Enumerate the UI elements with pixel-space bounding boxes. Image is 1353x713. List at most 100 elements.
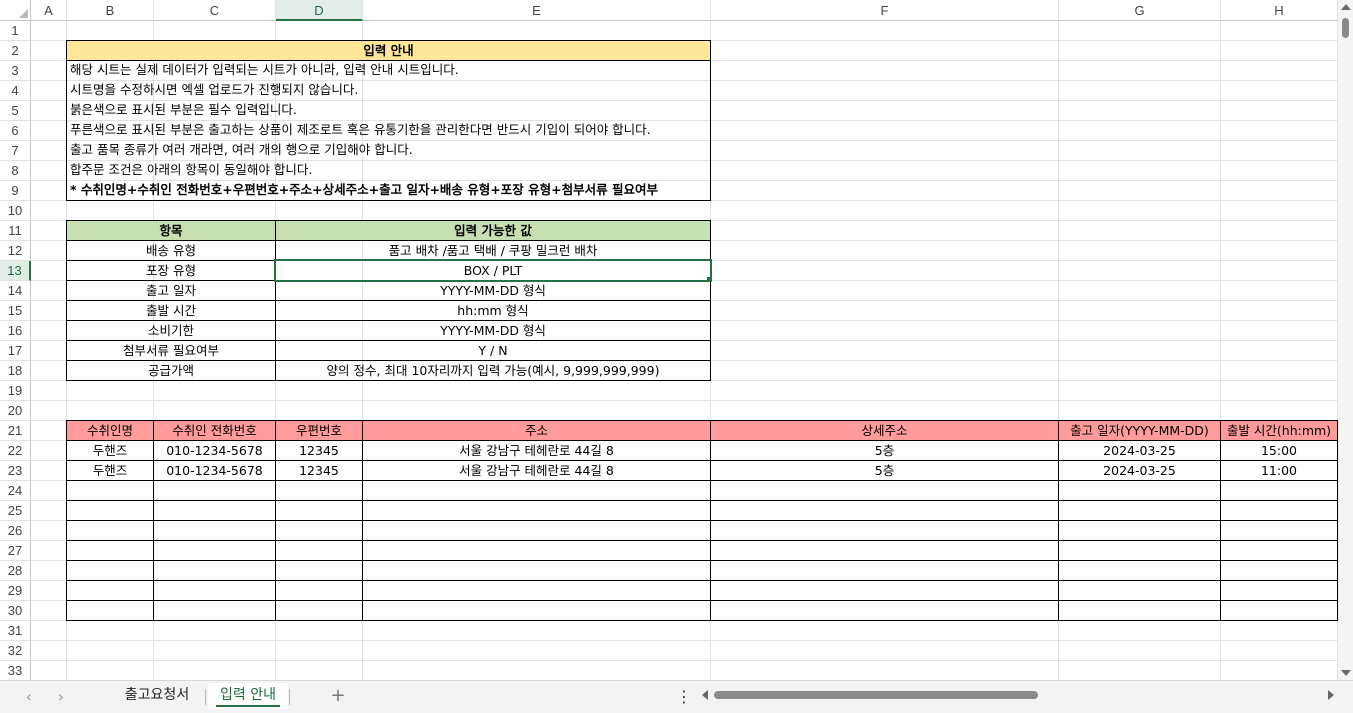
guide-line[interactable]: 시트명을 수정하시면 엑셀 업로드가 진행되지 않습니다.: [66, 80, 711, 101]
sample-data-cell[interactable]: 010-1234-5678: [153, 440, 276, 461]
sample-data-cell[interactable]: [66, 520, 154, 541]
guide-line[interactable]: 출고 품목 종류가 여러 개라면, 여러 개의 행으로 기입해야 합니다.: [66, 140, 711, 161]
sample-data-cell[interactable]: [153, 560, 276, 581]
row-header[interactable]: 16: [0, 321, 31, 341]
scroll-left-icon[interactable]: [702, 690, 708, 700]
vertical-scroll-thumb[interactable]: [1342, 18, 1349, 38]
sample-data-cell[interactable]: [66, 560, 154, 581]
row-header[interactable]: 25: [0, 501, 31, 521]
sample-data-cell[interactable]: [1058, 480, 1221, 501]
guide-line[interactable]: 해당 시트는 실제 데이터가 입력되는 시트가 아니라, 입력 안내 시트입니다…: [66, 60, 711, 81]
sample-data-cell[interactable]: [153, 580, 276, 601]
sample-header-cell[interactable]: 상세주소: [710, 420, 1059, 441]
column-header-f[interactable]: F: [711, 0, 1059, 21]
horizontal-scroll-track[interactable]: [714, 691, 1322, 699]
row-header[interactable]: 18: [0, 361, 31, 381]
horizontal-scrollbar[interactable]: [700, 686, 1336, 704]
row-header[interactable]: 7: [0, 141, 31, 161]
row-header[interactable]: 26: [0, 521, 31, 541]
scroll-down-icon[interactable]: [1341, 670, 1351, 676]
row-header[interactable]: 10: [0, 201, 31, 221]
sample-data-cell[interactable]: [153, 480, 276, 501]
sample-data-cell[interactable]: [1058, 560, 1221, 581]
sample-data-cell[interactable]: [1058, 580, 1221, 601]
sample-data-cell[interactable]: [275, 480, 363, 501]
sample-data-cell[interactable]: 서울 강남구 테헤란로 44길 8: [362, 440, 711, 461]
column-header-d[interactable]: D: [276, 0, 363, 21]
sample-data-cell[interactable]: [362, 560, 711, 581]
sample-data-cell[interactable]: 010-1234-5678: [153, 460, 276, 481]
values-value-cell[interactable]: 양의 정수, 최대 10자리까지 입력 가능(예시, 9,999,999,999…: [275, 360, 711, 381]
sample-header-cell[interactable]: 우편번호: [275, 420, 363, 441]
sample-data-cell[interactable]: 5층: [710, 460, 1059, 481]
sample-data-cell[interactable]: 두핸즈: [66, 440, 154, 461]
values-header-item[interactable]: 항목: [66, 220, 276, 241]
sample-data-cell[interactable]: [66, 480, 154, 501]
scroll-right-icon[interactable]: [1328, 690, 1334, 700]
row-header[interactable]: 32: [0, 641, 31, 661]
sample-data-cell[interactable]: [362, 500, 711, 521]
sample-data-cell[interactable]: [153, 500, 276, 521]
select-all-corner[interactable]: [0, 0, 31, 21]
sample-data-cell[interactable]: [153, 540, 276, 561]
next-sheet-icon[interactable]: ›: [51, 687, 71, 707]
sample-data-cell[interactable]: [1220, 480, 1338, 501]
sample-header-cell[interactable]: 수취인명: [66, 420, 154, 441]
row-header[interactable]: 28: [0, 561, 31, 581]
values-value-cell[interactable]: YYYY-MM-DD 형식: [275, 280, 711, 301]
row-header[interactable]: 8: [0, 161, 31, 181]
row-header[interactable]: 33: [0, 661, 31, 681]
sample-data-cell[interactable]: [275, 560, 363, 581]
sample-data-cell[interactable]: [275, 540, 363, 561]
sample-data-cell[interactable]: [275, 520, 363, 541]
sample-data-cell[interactable]: [710, 580, 1059, 601]
sample-data-cell[interactable]: 두핸즈: [66, 460, 154, 481]
sample-data-cell[interactable]: [1220, 600, 1338, 621]
sample-header-cell[interactable]: 수취인 전화번호: [153, 420, 276, 441]
sample-data-cell[interactable]: [1220, 580, 1338, 601]
column-header-a[interactable]: A: [31, 0, 67, 21]
horizontal-scroll-thumb[interactable]: [714, 691, 1038, 699]
values-value-cell[interactable]: BOX / PLT: [274, 259, 712, 282]
row-header[interactable]: 6: [0, 121, 31, 141]
row-header[interactable]: 24: [0, 481, 31, 501]
row-header[interactable]: 2: [0, 41, 31, 61]
row-header[interactable]: 15: [0, 301, 31, 321]
row-header[interactable]: 22: [0, 441, 31, 461]
sample-header-cell[interactable]: 출발 시간(hh:mm): [1220, 420, 1338, 441]
guide-line[interactable]: * 수취인명+수취인 전화번호+우편번호+주소+상세주소+출고 일자+배송 유형…: [66, 180, 711, 201]
sample-data-cell[interactable]: [153, 520, 276, 541]
row-header[interactable]: 23: [0, 461, 31, 481]
sample-data-cell[interactable]: [153, 600, 276, 621]
sample-data-cell[interactable]: 5층: [710, 440, 1059, 461]
vertical-scrollbar[interactable]: [1338, 0, 1353, 680]
sample-data-cell[interactable]: [275, 580, 363, 601]
sample-data-cell[interactable]: [1220, 500, 1338, 521]
sample-data-cell[interactable]: [362, 480, 711, 501]
sample-data-cell[interactable]: [1058, 600, 1221, 621]
values-item-cell[interactable]: 출고 일자: [66, 280, 276, 301]
sample-data-cell[interactable]: [66, 600, 154, 621]
scroll-up-icon[interactable]: [1341, 4, 1351, 10]
sample-data-cell[interactable]: [1058, 540, 1221, 561]
values-item-cell[interactable]: 출발 시간: [66, 300, 276, 321]
sample-data-cell[interactable]: 15:00: [1220, 440, 1338, 461]
sample-data-cell[interactable]: [362, 520, 711, 541]
values-value-cell[interactable]: hh:mm 형식: [275, 300, 711, 321]
row-header[interactable]: 5: [0, 101, 31, 121]
guide-line[interactable]: 합주문 조건은 아래의 항목이 동일해야 합니다.: [66, 160, 711, 181]
row-header[interactable]: 21: [0, 421, 31, 441]
sample-data-cell[interactable]: [710, 480, 1059, 501]
values-item-cell[interactable]: 첨부서류 필요여부: [66, 340, 276, 361]
sample-data-cell[interactable]: 2024-03-25: [1058, 440, 1221, 461]
sample-data-cell[interactable]: [66, 500, 154, 521]
sample-data-cell[interactable]: [710, 540, 1059, 561]
row-header[interactable]: 14: [0, 281, 31, 301]
row-header[interactable]: 1: [0, 21, 31, 41]
row-header[interactable]: 27: [0, 541, 31, 561]
row-header[interactable]: 9: [0, 181, 31, 201]
column-header-e[interactable]: E: [363, 0, 711, 21]
sample-data-cell[interactable]: [710, 600, 1059, 621]
sample-data-cell[interactable]: [275, 600, 363, 621]
sample-data-cell[interactable]: [362, 540, 711, 561]
